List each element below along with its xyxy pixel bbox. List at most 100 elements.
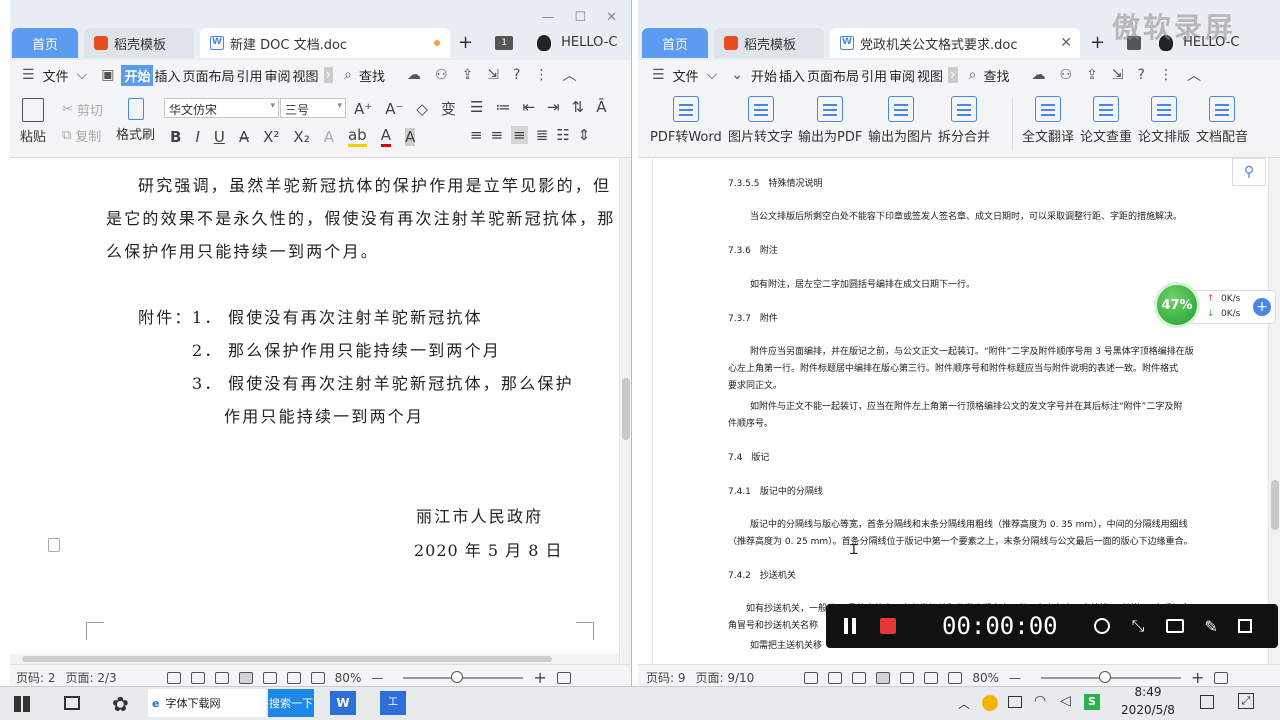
- pdf-to-word-button[interactable]: PDF转Word: [650, 96, 722, 145]
- search-button[interactable]: 查找: [983, 66, 1009, 85]
- resize-icon[interactable]: ⤡: [1132, 616, 1145, 636]
- line-spacing-icon[interactable]: ⇕: [578, 126, 591, 144]
- task-view-icon[interactable]: [64, 696, 80, 710]
- menu-insert[interactable]: 插入: [153, 66, 181, 85]
- taskbar-item-browser[interactable]: e 字体下载网: [148, 689, 266, 717]
- translate-button[interactable]: 全文翻译: [1022, 96, 1074, 145]
- italic-icon[interactable]: I: [195, 128, 199, 146]
- more-menu-icon[interactable]: ›: [948, 67, 958, 83]
- format-painter-button[interactable]: 格式刷: [116, 98, 155, 143]
- page-number[interactable]: 页码: 9: [646, 669, 686, 686]
- user-name[interactable]: HELLO-C: [561, 35, 617, 50]
- align-right-icon[interactable]: ≡: [511, 126, 528, 144]
- minimize-icon[interactable]: —: [541, 10, 554, 25]
- horizontal-scrollbar[interactable]: [10, 654, 619, 664]
- window-count-badge[interactable]: 1: [495, 35, 514, 50]
- numbering-icon[interactable]: ≔: [495, 98, 510, 116]
- clock-date[interactable]: 2020/5/8: [1118, 703, 1178, 717]
- menu-layout[interactable]: 页面布局: [181, 66, 235, 85]
- zoom-level[interactable]: 80%: [972, 671, 999, 685]
- stop-record-icon[interactable]: [880, 618, 896, 634]
- outline-view-icon[interactable]: [262, 671, 277, 684]
- fit-page-icon[interactable]: [1214, 671, 1229, 684]
- cut-button[interactable]: ✂ 剪切: [62, 100, 103, 119]
- edit-mode-icon[interactable]: [214, 671, 229, 684]
- cloud-sync-icon[interactable]: ☁: [407, 67, 421, 83]
- tab-home[interactable]: 首页: [12, 28, 78, 58]
- memory-usage-gauge[interactable]: 47%: [1154, 282, 1200, 328]
- scroll-thumb[interactable]: [1271, 480, 1279, 530]
- fit-page-icon[interactable]: [556, 671, 571, 684]
- help-icon[interactable]: ?: [513, 67, 520, 83]
- page-count[interactable]: 页面: 2/3: [66, 669, 117, 686]
- align-left-icon[interactable]: ≡: [470, 126, 483, 144]
- more-menu-icon[interactable]: ›: [323, 67, 334, 83]
- zoom-slider-knob[interactable]: [1098, 670, 1111, 683]
- copy-button[interactable]: ⧉ 复制: [62, 126, 101, 145]
- page-number[interactable]: 页码: 2: [16, 669, 56, 686]
- page-view-icon[interactable]: [876, 671, 891, 684]
- plagiarism-check-button[interactable]: 论文查重: [1080, 96, 1132, 145]
- menu-references[interactable]: 引用: [860, 66, 888, 85]
- zoom-slider[interactable]: [1040, 670, 1181, 683]
- share-icon[interactable]: ⇪: [462, 67, 474, 83]
- scroll-thumb[interactable]: [22, 656, 552, 662]
- maximize-icon[interactable]: ☐: [574, 10, 586, 25]
- vertical-scrollbar[interactable]: [1268, 158, 1280, 664]
- webcam-icon[interactable]: [1093, 618, 1110, 634]
- align-center-icon[interactable]: ≡: [491, 126, 504, 144]
- read-mode-icon[interactable]: [190, 671, 205, 684]
- underline-icon[interactable]: U: [214, 128, 225, 146]
- decrease-indent-icon[interactable]: ⇤: [522, 98, 535, 116]
- menu-file[interactable]: 文件: [672, 66, 700, 85]
- windows-start-icon[interactable]: [14, 696, 30, 712]
- phonetic-icon[interactable]: 变: [441, 98, 456, 119]
- window-mode-icon[interactable]: [1237, 619, 1252, 633]
- text-effect-icon[interactable]: A: [324, 128, 334, 146]
- outline-view-icon[interactable]: [900, 671, 915, 684]
- paper-layout-button[interactable]: 论文排版: [1138, 96, 1190, 145]
- menu-home[interactable]: 开始: [121, 64, 154, 86]
- web-view-icon[interactable]: [924, 671, 939, 684]
- location-pin-icon[interactable]: ⚲: [1232, 158, 1266, 186]
- fullscreen-icon[interactable]: [804, 671, 819, 684]
- split-merge-button[interactable]: 拆分合并: [938, 96, 990, 145]
- image-to-text-button[interactable]: 图片转文字: [728, 96, 793, 145]
- clear-format-icon[interactable]: ◇: [416, 100, 428, 118]
- menu-home[interactable]: 开始: [750, 66, 778, 85]
- bold-icon[interactable]: B: [170, 128, 181, 146]
- tab-document[interactable]: W 新建 DOC 文档.doc: [200, 28, 450, 58]
- bullets-icon[interactable]: ☰: [470, 98, 483, 116]
- taskbar-search-button[interactable]: 搜索一下: [268, 689, 314, 717]
- wifi-icon[interactable]: ◠: [1034, 693, 1046, 709]
- menu-review[interactable]: 审阅: [264, 66, 292, 85]
- fullscreen-icon[interactable]: [166, 671, 181, 684]
- paste-button[interactable]: 粘贴: [20, 98, 46, 145]
- sort-icon[interactable]: ⇅: [572, 98, 585, 116]
- tab-template[interactable]: 稻壳模板: [714, 28, 824, 58]
- shrink-font-icon[interactable]: A⁻: [385, 100, 403, 118]
- cloud-sync-icon[interactable]: ☁: [1032, 67, 1046, 83]
- more-icon[interactable]: ⋮: [1159, 67, 1173, 83]
- subscript-icon[interactable]: X₂: [293, 128, 309, 146]
- collapse-ribbon-icon[interactable]: ︿: [562, 65, 576, 85]
- new-tab-icon[interactable]: +: [458, 32, 473, 53]
- zoom-slider[interactable]: [403, 670, 524, 683]
- add-icon[interactable]: +: [1253, 298, 1271, 316]
- chevron-down-icon[interactable]: ⌄: [731, 67, 743, 83]
- vertical-scrollbar[interactable]: [619, 158, 631, 664]
- tray-app-icon[interactable]: [982, 695, 998, 711]
- page-count[interactable]: 页面: 9/10: [696, 669, 755, 686]
- pause-icon[interactable]: [844, 618, 856, 634]
- zoom-in-icon[interactable]: +: [1191, 668, 1204, 687]
- font-color-icon[interactable]: A: [380, 126, 391, 147]
- font-family-select[interactable]: 华文仿宋: [164, 98, 279, 118]
- menu-review[interactable]: 审阅: [888, 66, 916, 85]
- document-canvas[interactable]: 研究强调，虽然羊驼新冠抗体的保护作用是立竿见影的，但 是它的效果不是永久性的，假…: [10, 158, 631, 664]
- wps-tray-icon[interactable]: S: [1084, 694, 1100, 710]
- share-icon[interactable]: ⇪: [1086, 67, 1098, 83]
- export-pdf-button[interactable]: 输出为PDF: [798, 96, 862, 145]
- strikethrough-icon[interactable]: A̶: [239, 128, 249, 146]
- read-mode-icon[interactable]: [828, 671, 843, 684]
- menu-view[interactable]: 视图: [292, 66, 320, 85]
